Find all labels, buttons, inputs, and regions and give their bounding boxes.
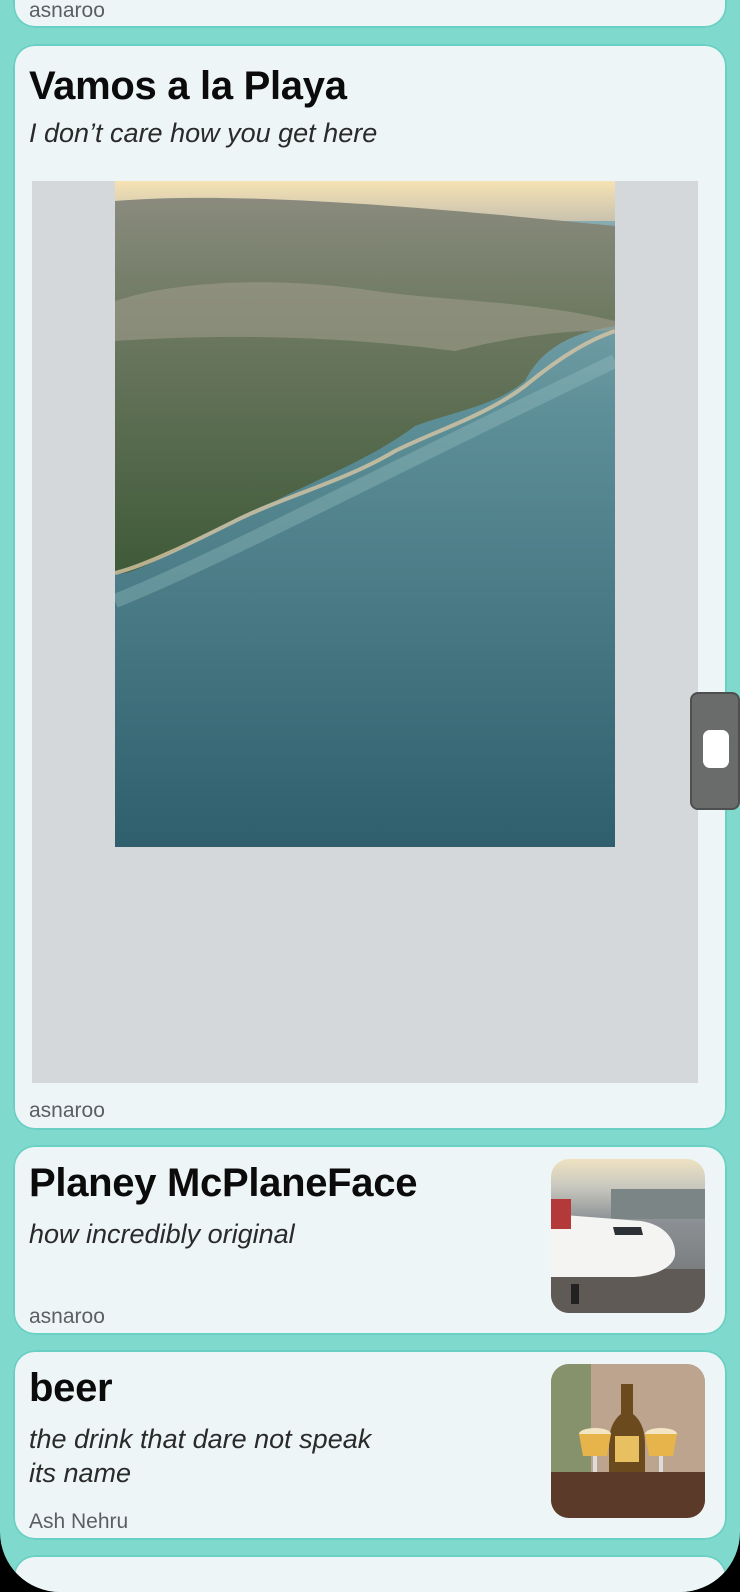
airplane-photo-icon[interactable]	[551, 1159, 705, 1313]
post-author: asnaroo	[29, 1099, 105, 1122]
post-subtitle-line1: the drink that dare not speak	[29, 1424, 372, 1454]
post-title: Vamos a la Playa	[29, 64, 347, 108]
post-subtitle-line2: its name	[29, 1458, 132, 1488]
post-subtitle: I don’t care how you get here	[29, 118, 378, 148]
scroll-handle[interactable]	[690, 692, 740, 810]
aerial-coastline-photo-icon	[115, 181, 615, 847]
post-author: asnaroo	[29, 0, 105, 22]
post-card[interactable]: Vamos a la Playa I don’t care how you ge…	[13, 44, 727, 1130]
post-image-panel[interactable]	[32, 181, 698, 1083]
post-card[interactable]: beer the drink that dare not speak its n…	[13, 1350, 727, 1540]
post-card-previous[interactable]: asnaroo	[13, 0, 727, 28]
post-card[interactable]: Planey McPlaneFace how incredibly origin…	[13, 1145, 727, 1335]
post-author: asnaroo	[29, 1305, 105, 1328]
post-subtitle: how incredibly original	[29, 1219, 295, 1249]
beer-bottle-photo-icon[interactable]	[551, 1364, 705, 1518]
scroll-knob[interactable]	[703, 730, 729, 768]
post-card-next[interactable]	[13, 1555, 727, 1592]
post-author: Ash Nehru	[29, 1510, 129, 1533]
post-title: Planey McPlaneFace	[29, 1161, 418, 1205]
feed-screen: asnaroo Vamos a la Playa I don’t care ho…	[0, 0, 740, 1592]
post-title: beer	[29, 1366, 113, 1410]
